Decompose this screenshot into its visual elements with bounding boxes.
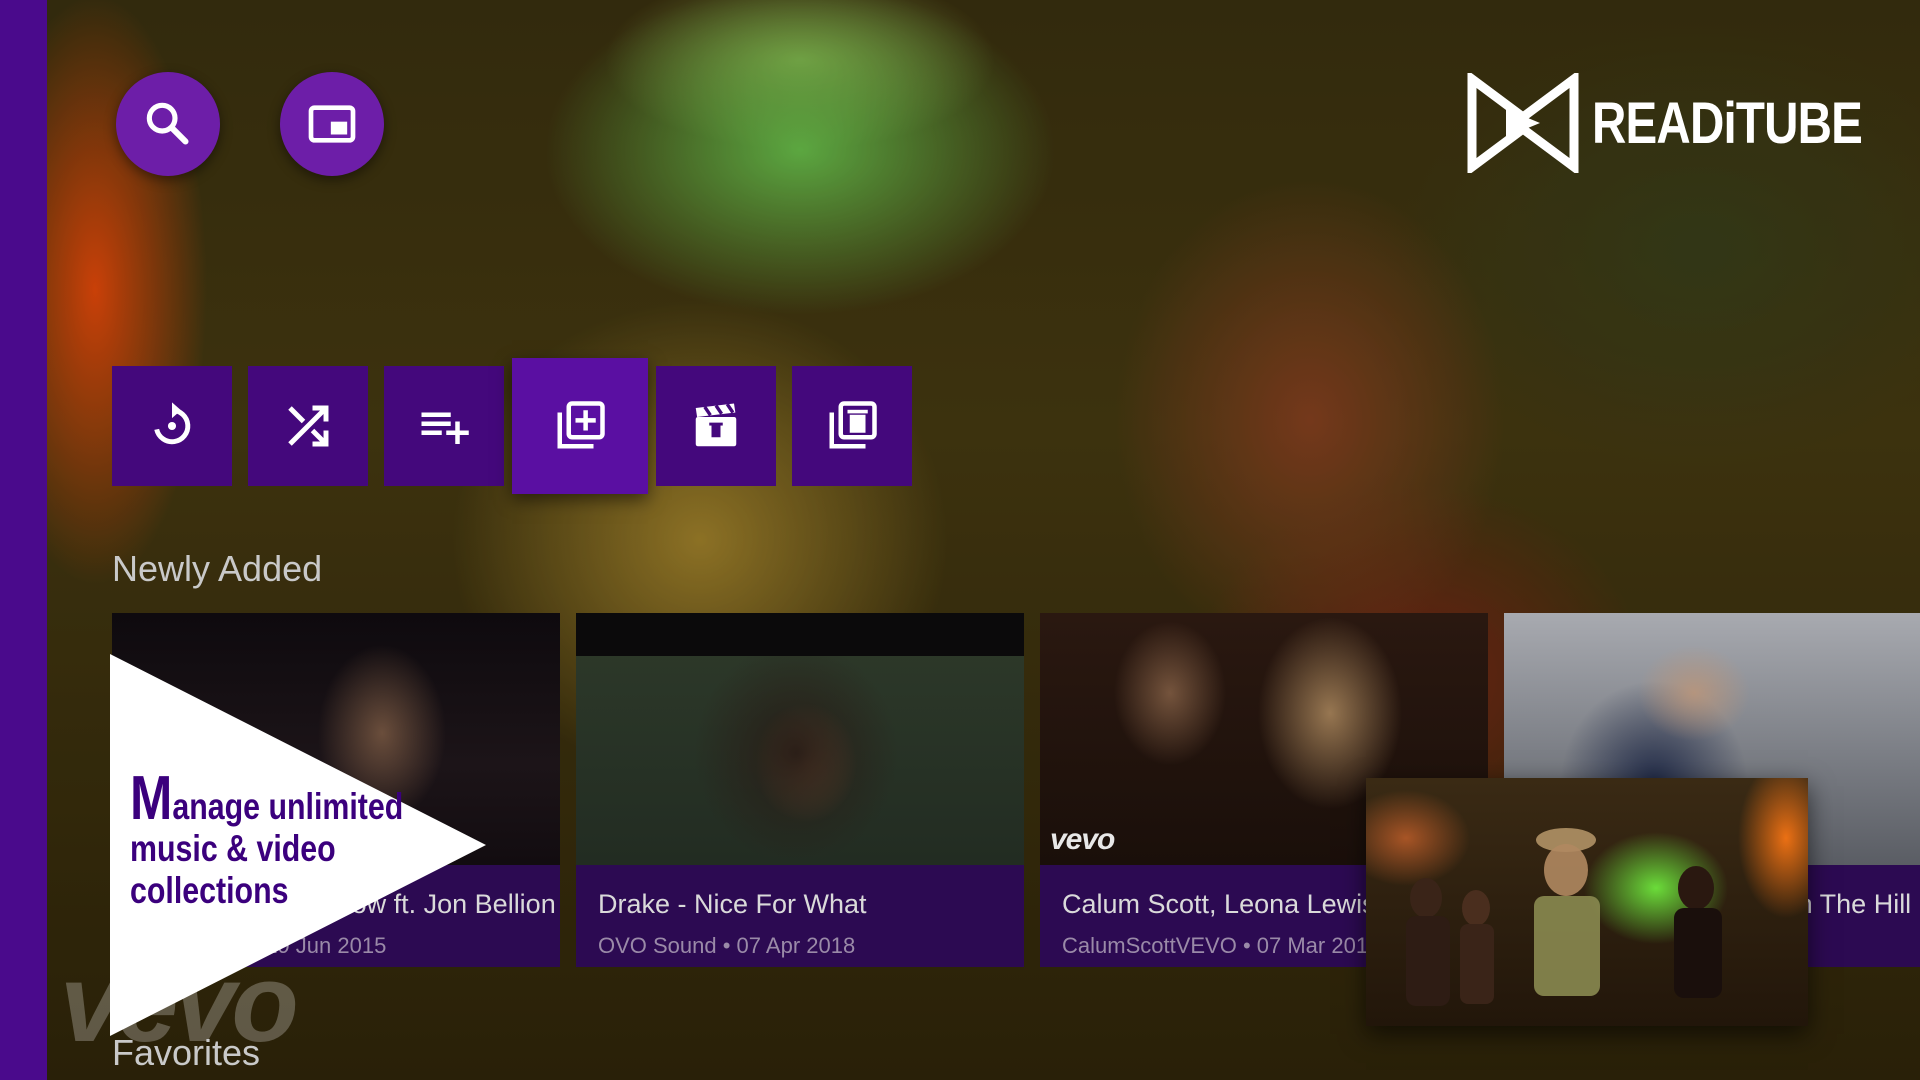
video-thumbnail	[576, 613, 1024, 865]
section-title-favorites: Favorites	[112, 1032, 261, 1073]
search-button[interactable]	[116, 72, 220, 176]
pip-video-frame	[1406, 828, 1722, 1006]
readitube-logo-icon	[1467, 73, 1579, 173]
section-title-newly-added: Newly Added	[112, 548, 323, 589]
vevo-badge: vevo	[1050, 823, 1115, 856]
picture-in-picture-button[interactable]	[280, 72, 384, 176]
add-collection-button[interactable]	[512, 358, 648, 494]
picture-in-picture-player[interactable]	[1366, 778, 1808, 1026]
video-card[interactable]: Drake - Nice For What OVO Sound • 07 Apr…	[576, 613, 1024, 967]
promo-line1: anage unlimited	[172, 786, 404, 827]
video-meta: OVO Sound • 07 Apr 2018	[598, 933, 856, 958]
delete-collection-button[interactable]	[792, 366, 912, 486]
library-add-icon	[557, 401, 605, 449]
refresh-button[interactable]	[112, 366, 232, 486]
video-title: Drake - Nice For What	[598, 889, 867, 919]
left-navigation-strip	[0, 0, 47, 1080]
promo-overlay: Manage unlimited music & video collectio…	[106, 650, 496, 1040]
search-icon	[146, 102, 189, 145]
video-library-button[interactable]	[656, 366, 776, 486]
promo-line2: music & video	[130, 828, 336, 869]
video-meta: CalumScottVEVO • 07 Mar 2018	[1062, 933, 1381, 958]
promo-text: Manage unlimited music & video collectio…	[130, 768, 474, 912]
add-to-playlist-button[interactable]	[384, 366, 504, 486]
shuffle-icon	[288, 405, 329, 447]
refresh-icon	[154, 402, 191, 445]
delete-collection-icon	[829, 401, 877, 449]
playlist-add-icon	[421, 412, 469, 444]
promo-line3: collections	[130, 870, 289, 911]
app-logo: READiTUBE	[1466, 73, 1920, 173]
video-card-info: Drake - Nice For What OVO Sound • 07 Apr…	[576, 865, 1024, 967]
app-name: READiTUBE	[1592, 90, 1863, 156]
video-library-icon	[695, 403, 737, 447]
shuffle-button[interactable]	[248, 366, 368, 486]
picture-in-picture-icon	[308, 105, 356, 143]
promo-first-letter: M	[130, 764, 173, 833]
